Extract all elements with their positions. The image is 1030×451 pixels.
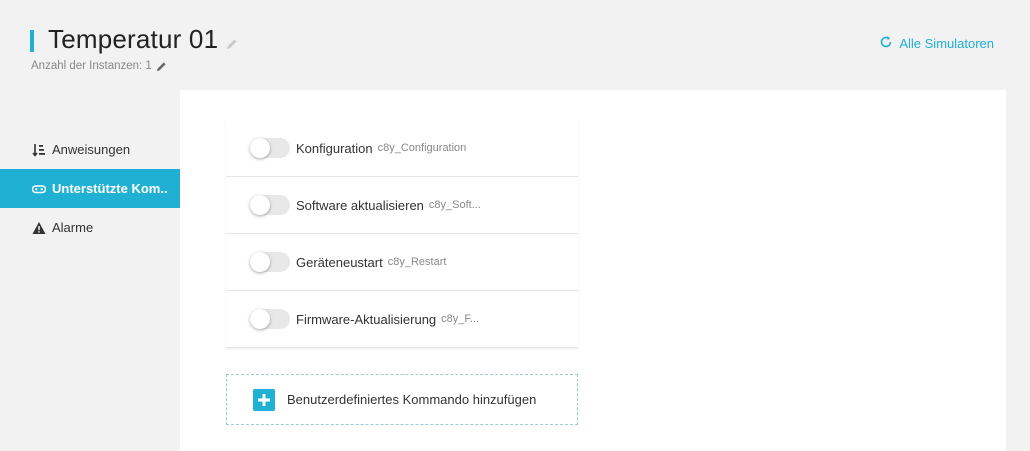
command-code: c8y_F... bbox=[441, 313, 480, 325]
sidebar-item-label: Anweisungen bbox=[52, 142, 131, 157]
add-custom-command-label: Benutzerdefiniertes Kommando hinzufügen bbox=[287, 392, 537, 407]
command-toggle[interactable] bbox=[250, 252, 290, 272]
command-name: Geräteneustart bbox=[296, 254, 383, 270]
all-simulators-label: Alle Simulatoren bbox=[899, 36, 994, 51]
page-title: Temperatur 01 bbox=[48, 24, 219, 54]
title-accent-bar bbox=[30, 30, 34, 52]
list-item: Firmware-Aktualisierung c8y_F... bbox=[226, 291, 578, 348]
sidebar-item-alarme[interactable]: Alarme bbox=[0, 208, 190, 247]
instances-count: Anzahl der Instanzen: 1 bbox=[31, 60, 167, 72]
sidebar-item-label: Alarme bbox=[52, 220, 94, 235]
command-toggle[interactable] bbox=[250, 309, 290, 329]
gamepad-icon bbox=[31, 182, 47, 196]
list-item: Software aktualisieren c8y_Soft... bbox=[226, 177, 578, 234]
edit-instances-pencil-icon[interactable] bbox=[156, 61, 167, 72]
content-panel: Konfiguration c8y_Configuration Software… bbox=[180, 90, 1006, 451]
sidebar-item-label: Unterstützte Kom.. bbox=[52, 181, 168, 196]
list-item: Konfiguration c8y_Configuration bbox=[226, 120, 578, 177]
warning-icon bbox=[32, 221, 46, 235]
toggle-knob bbox=[250, 195, 270, 215]
list-item: Geräteneustart c8y_Restart bbox=[226, 234, 578, 291]
command-name: Software aktualisieren bbox=[296, 197, 424, 213]
all-simulators-link[interactable]: Alle Simulatoren bbox=[879, 35, 994, 52]
sidebar-item-unterstuetzte-kommandos[interactable]: Unterstützte Kom.. bbox=[0, 169, 190, 208]
command-code: c8y_Configuration bbox=[377, 142, 467, 154]
add-custom-command-button[interactable]: Benutzerdefiniertes Kommando hinzufügen bbox=[226, 374, 578, 425]
command-toggle[interactable] bbox=[250, 195, 290, 215]
plus-icon bbox=[253, 388, 275, 411]
toggle-knob bbox=[250, 252, 270, 272]
toggle-knob bbox=[250, 309, 270, 329]
edit-title-pencil-icon[interactable] bbox=[226, 37, 238, 49]
supported-commands-list: Konfiguration c8y_Configuration Software… bbox=[226, 120, 578, 348]
sort-list-icon bbox=[32, 143, 46, 157]
toggle-knob bbox=[250, 138, 270, 158]
command-toggle[interactable] bbox=[250, 138, 290, 158]
sidebar-item-anweisungen[interactable]: Anweisungen bbox=[0, 130, 190, 169]
command-code: c8y_Soft... bbox=[428, 199, 481, 211]
instances-label: Anzahl der Instanzen: 1 bbox=[31, 60, 152, 72]
command-name: Konfiguration bbox=[296, 140, 373, 156]
sidebar-nav: Anweisungen Unterstützte Kom.. Alarme bbox=[0, 130, 190, 247]
refresh-icon bbox=[879, 35, 893, 52]
command-name: Firmware-Aktualisierung bbox=[296, 311, 437, 327]
command-code: c8y_Restart bbox=[387, 256, 447, 268]
page-header: Temperatur 01 Anzahl der Instanzen: 1 Al… bbox=[0, 0, 1030, 90]
